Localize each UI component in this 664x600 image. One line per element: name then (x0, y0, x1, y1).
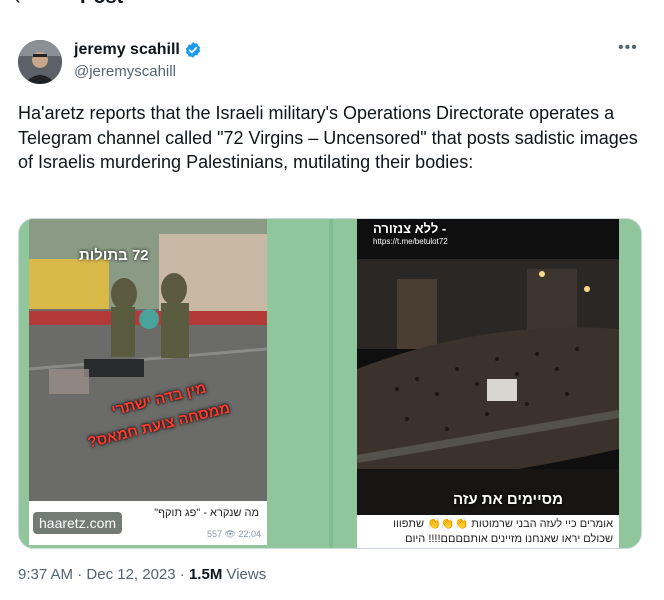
avatar[interactable] (18, 40, 62, 84)
tweet-text: Ha'aretz reports that the Israeli milita… (18, 103, 638, 172)
meta-separator: · (175, 566, 189, 583)
media-image-left[interactable]: 72 בתולות מין בדה ישתרי ממסחה צועת חמאס?… (19, 219, 329, 548)
right-overlay-mid: מסיימים את עזה (453, 491, 563, 508)
haaretz-watermark: haaretz.com (33, 512, 123, 534)
media-image-right[interactable]: - ללא צנזורה https://t.me/betulot72 מסיי… (333, 219, 641, 548)
more-options-icon[interactable]: ••• (618, 38, 638, 58)
page-title: Post (80, 0, 123, 8)
author-display-name[interactable]: jeremy scahill (74, 40, 180, 60)
meta-separator: · (73, 566, 87, 583)
tweet-media[interactable]: 72 בתולות מין בדה ישתרי ממסחה צועת חמאס?… (18, 218, 642, 549)
right-link: https://t.me/betulot72 (373, 237, 448, 246)
verified-badge-icon (184, 41, 202, 59)
views-count: 1.5M (188, 566, 223, 583)
right-overlay-title: - ללא צנזורה (373, 221, 447, 236)
left-caption: מה שנקרא - "פג תוקף" (154, 507, 259, 519)
tweet-meta: 9:37 AM · Dec 12, 2023 · 1.5M Views (18, 565, 266, 585)
right-caption-line2: שכולם יראו שאנחנו מזיינים אותםםםם!!!! הי… (405, 533, 613, 545)
tweet-date[interactable]: Dec 12, 2023 (86, 566, 175, 583)
author-name-row: jeremy scahill (74, 40, 202, 60)
left-stats: 557 👁 22:04 (207, 529, 261, 539)
right-photo (357, 219, 619, 515)
author-handle[interactable]: @jeremyscahill (74, 63, 176, 81)
back-arrow-icon[interactable]: ‹ (14, 0, 21, 8)
views-label: Views (222, 566, 267, 583)
left-overlay-title: 72 בתולות (79, 247, 149, 264)
right-caption-strip: אומרים כיי לעזה הבני שרמוטות 👏👏👏 שתפווו … (357, 515, 619, 548)
tweet-time[interactable]: 9:37 AM (18, 566, 73, 583)
top-bar: ‹ Post (0, 0, 664, 14)
right-caption-line1: אומרים כיי לעזה הבני שרמוטות 👏👏👏 שתפווו (393, 518, 613, 530)
